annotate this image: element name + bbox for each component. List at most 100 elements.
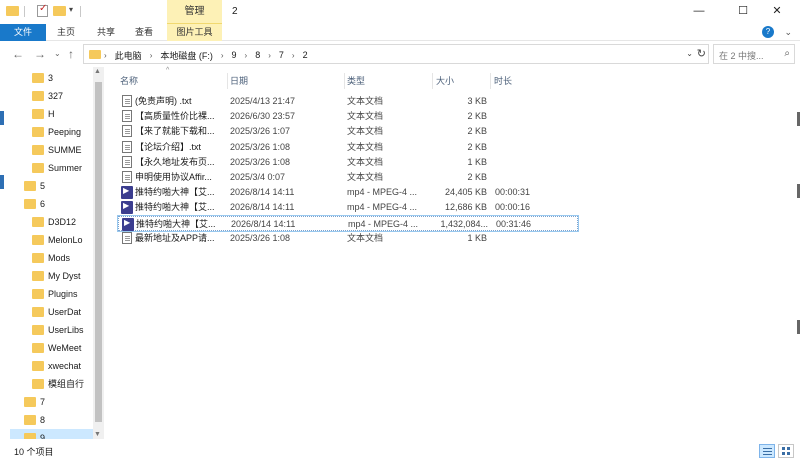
tab-view[interactable]: 查看 (128, 24, 160, 41)
folder-icon (32, 379, 44, 389)
column-header-size[interactable]: 大小 (436, 73, 491, 89)
file-size: 1 KB (467, 156, 487, 167)
folder-icon (6, 6, 19, 16)
large-icons-view-button[interactable] (778, 444, 794, 458)
crumb-9[interactable]: 9 (232, 50, 237, 60)
nav-item-label: Peeping (48, 127, 82, 137)
recent-dropdown-icon[interactable]: ⌄ (54, 49, 61, 58)
expand-ribbon-icon[interactable]: ⌄ (784, 27, 792, 38)
file-row[interactable]: 【来了就能下载和... 2025/3/26 1:07 文本文档 2 KB (118, 124, 578, 139)
scroll-down-icon[interactable]: ▼ (94, 431, 101, 438)
forward-arrow-icon[interactable]: → (34, 47, 46, 61)
file-row[interactable]: 【高质量性价比裸... 2026/6/30 23:57 文本文档 2 KB (118, 109, 578, 124)
navigation-pane[interactable]: 3 327 H Peeping SUMME Summer 5 6 D3D12 MelonLo Mod… (10, 67, 104, 439)
navigation-bar: ← → ⌄ ↑ › 此电脑 › 本地磁盘 (F:) › 9 › 8 › 7 › … (0, 41, 800, 67)
nav-item-label: D3D12 (48, 217, 77, 227)
edge-marker (0, 111, 4, 125)
large-icons-view-icon (782, 447, 785, 450)
file-row[interactable]: (免责声明) .txt 2025/4/13 21:47 文本文档 3 KB (118, 94, 578, 109)
crumb-8[interactable]: 8 (255, 50, 260, 60)
file-date: 2026/6/30 23:57 (230, 111, 296, 122)
nav-item-label: 模组自行 (48, 379, 85, 389)
crumb-2[interactable]: 2 (303, 50, 308, 60)
up-arrow-icon[interactable]: ↑ (68, 47, 74, 61)
crumb-local-disk[interactable]: 本地磁盘 (F:) (160, 49, 213, 62)
file-type: 文本文档 (347, 141, 384, 152)
item-count: 10 个项目 (14, 447, 54, 457)
search-box[interactable]: 在 2 中搜... ⌕ (713, 44, 795, 64)
search-icon[interactable]: ⌕ (784, 48, 790, 59)
close-button[interactable]: ✕ (754, 0, 800, 24)
minimize-button[interactable]: — (676, 0, 722, 24)
folder-icon (32, 361, 44, 371)
address-bar[interactable]: › 此电脑 › 本地磁盘 (F:) › 9 › 8 › 7 › 2 ⌄ ↻ (83, 44, 709, 64)
chevron-right-icon: › (104, 50, 107, 60)
tab-share[interactable]: 共享 (90, 24, 122, 41)
crumb-this-pc[interactable]: 此电脑 (115, 49, 142, 62)
file-type: 文本文档 (347, 96, 384, 106)
file-duration (495, 94, 565, 109)
crumb-7[interactable]: 7 (279, 50, 284, 60)
nav-scrollbar[interactable]: ▲ ▼ (93, 67, 104, 439)
folder-icon (32, 145, 44, 155)
file-row[interactable]: 推特约啪大神【艾... 2026/8/14 14:11 mp4 - MPEG-4 .… (118, 185, 578, 200)
folder-icon (24, 199, 36, 209)
chevron-right-icon[interactable]: › (221, 51, 224, 60)
nav-item[interactable]: 8 (24, 411, 104, 429)
column-header-duration[interactable]: 时长 (494, 73, 574, 89)
column-header-name[interactable]: 名称 (120, 73, 228, 89)
file-duration (495, 124, 565, 139)
refresh-icon[interactable]: ↻ (697, 47, 706, 60)
quick-access-dropdown-icon[interactable]: ▾ (69, 5, 73, 14)
tab-file[interactable]: 文件 (0, 24, 46, 41)
nav-item[interactable]: 7 (24, 393, 104, 411)
column-header-date[interactable]: 日期 (230, 73, 345, 89)
tab-picture-tools[interactable]: 图片工具 (167, 24, 222, 41)
folder-icon (32, 127, 44, 137)
nav-item[interactable]: 6 (24, 195, 104, 213)
context-tab-manage[interactable]: 管理 (167, 0, 222, 24)
chevron-down-icon[interactable]: ⌄ (686, 49, 693, 58)
file-list: ^ 名称 日期 类型 大小 时长 (免责声明) .txt 2025/4/13 21… (110, 67, 790, 439)
file-row[interactable]: 申明使用协议Affir... 2025/3/4 0:07 文本文档 2 KB (118, 170, 578, 185)
file-name: 【永久地址发布页... (135, 156, 215, 167)
file-row[interactable]: 推特约啪大神【艾... 2026/8/14 14:11 mp4 - MPEG-4 .… (117, 214, 579, 232)
file-size: 12,686 KB (444, 202, 487, 213)
nav-item[interactable]: 5 (24, 177, 104, 195)
nav-item-label: UserDat (48, 307, 82, 317)
chevron-right-icon[interactable]: › (245, 51, 248, 60)
nav-item-label: SUMME (48, 145, 82, 155)
video-file-icon (121, 201, 133, 215)
file-date: 2025/3/26 1:07 (230, 126, 291, 137)
file-row[interactable]: 最新地址及APP请... 2025/3/26 1:08 文本文档 1 KB (118, 231, 578, 246)
nav-item-label: 3 (48, 73, 54, 83)
chevron-right-icon[interactable]: › (150, 51, 153, 60)
window-title: 2 (232, 6, 238, 17)
properties-check-icon[interactable] (37, 3, 48, 17)
tab-home[interactable]: 主页 (50, 24, 82, 41)
help-icon[interactable]: ? (762, 26, 774, 38)
edge-marker (0, 175, 4, 189)
column-header-type[interactable]: 类型 (347, 73, 433, 89)
nav-item[interactable]: 9 (10, 429, 104, 439)
file-row[interactable]: 【永久地址发布页... 2025/3/26 1:08 文本文档 1 KB (118, 155, 578, 170)
separator (80, 6, 81, 17)
new-folder-icon[interactable] (53, 6, 66, 16)
scroll-thumb[interactable] (95, 82, 102, 422)
file-row[interactable]: 推特约啪大神【艾... 2026/8/14 14:11 mp4 - MPEG-4 .… (118, 200, 578, 215)
file-name: (免责声明) .txt (135, 96, 192, 106)
file-duration (495, 109, 565, 124)
details-view-button[interactable] (759, 444, 775, 458)
file-size: 2 KB (467, 172, 487, 182)
nav-item-label: H (48, 109, 55, 119)
back-arrow-icon[interactable]: ← (12, 47, 24, 61)
chevron-right-icon[interactable]: › (268, 51, 271, 60)
file-name: 【高质量性价比裸... (135, 111, 215, 122)
file-row[interactable]: 【论坛介绍】.txt 2025/3/26 1:08 文本文档 2 KB (118, 140, 578, 155)
scroll-up-icon[interactable]: ▲ (94, 68, 101, 75)
chevron-right-icon[interactable]: › (292, 51, 295, 60)
search-placeholder: 在 2 中搜... (719, 51, 764, 61)
file-duration: 00:31:46 (496, 218, 532, 229)
nav-item-label: My Dyst (48, 271, 81, 281)
file-name: 推特约啪大神【艾... (135, 202, 215, 213)
